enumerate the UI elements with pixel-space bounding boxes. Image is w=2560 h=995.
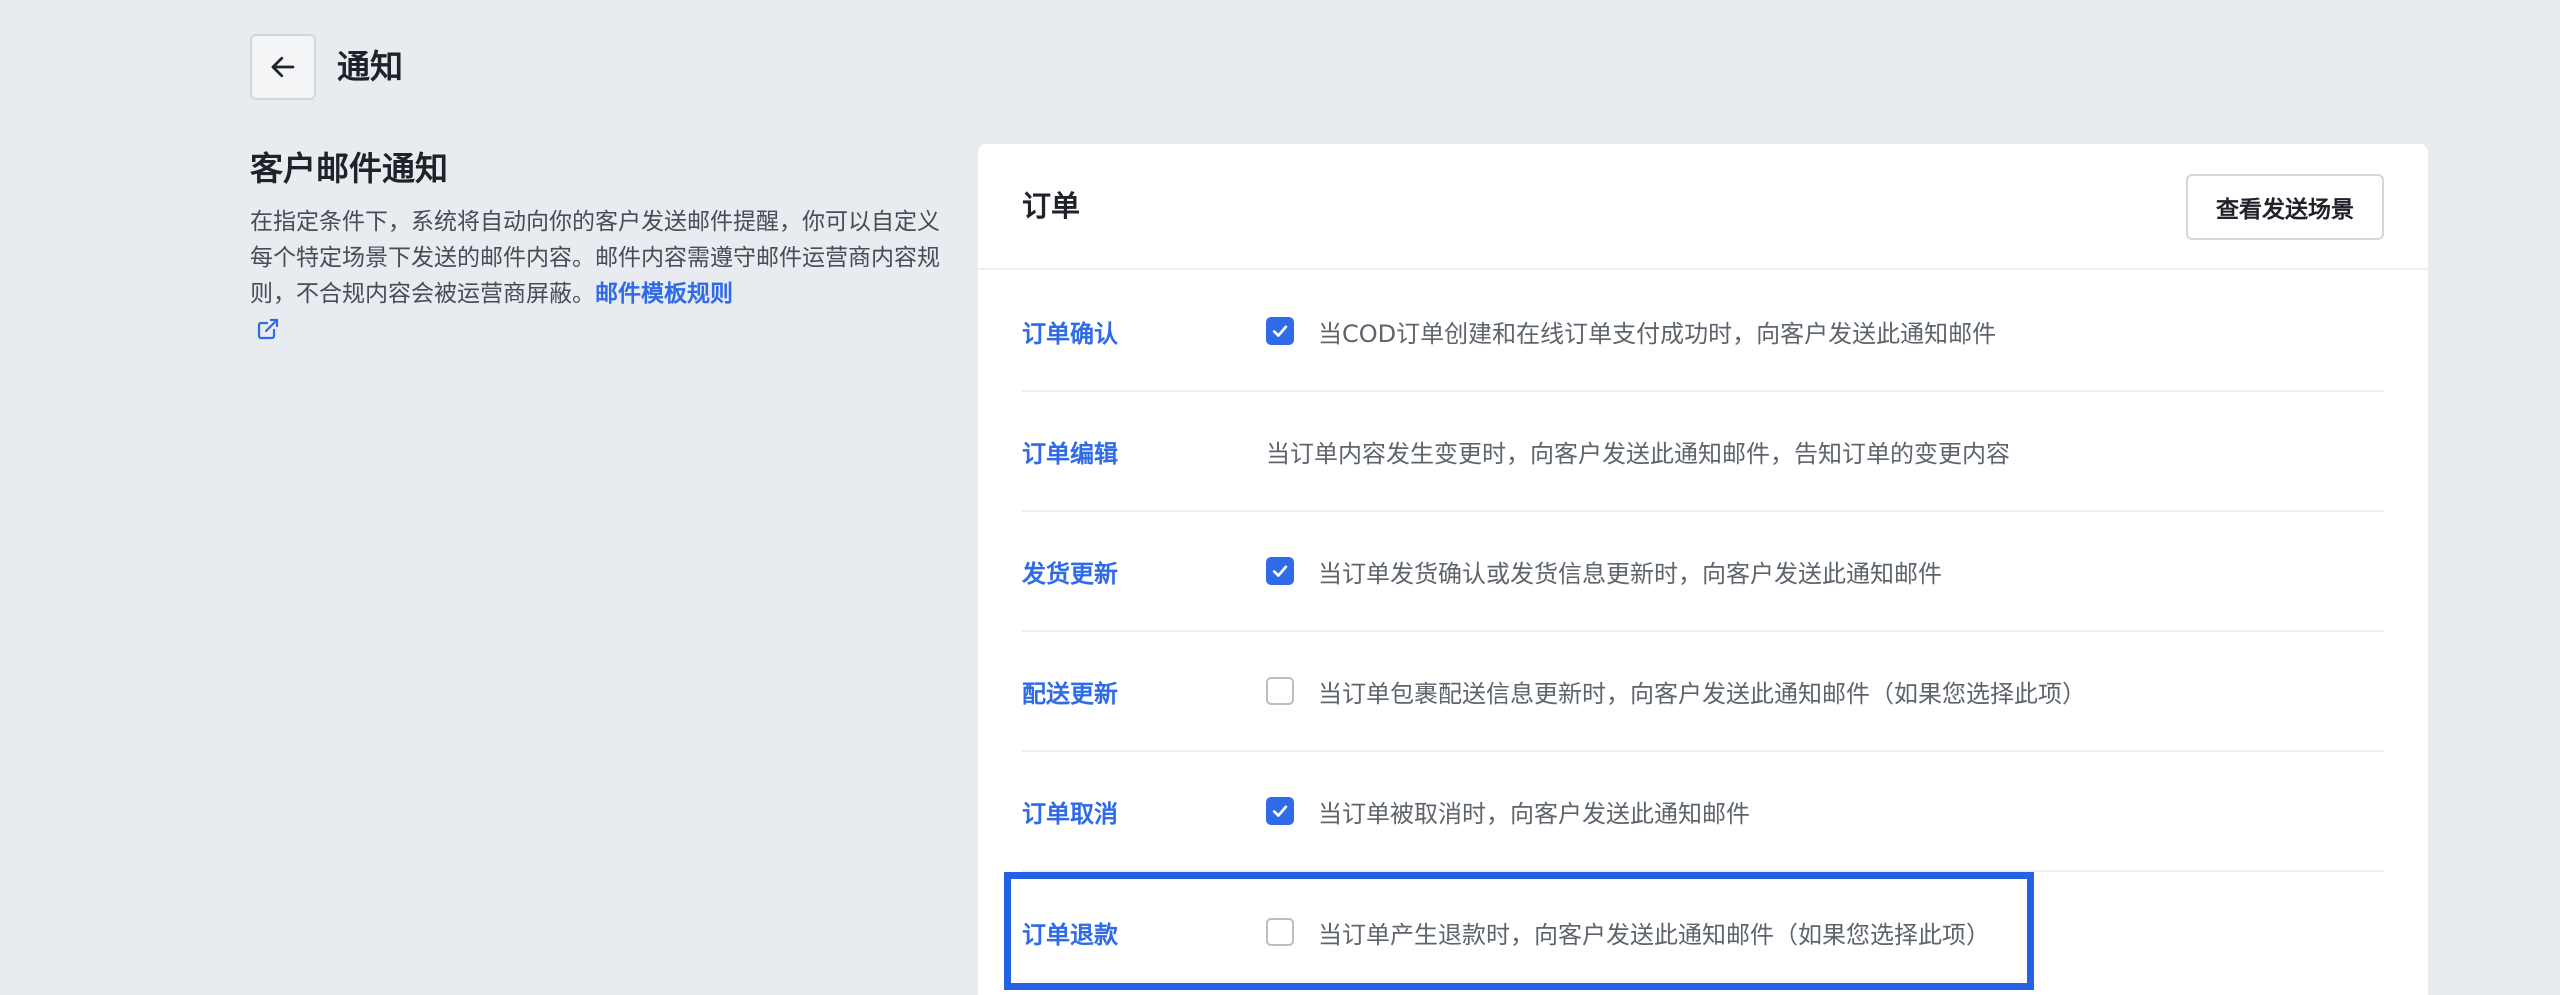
notification-checkbox[interactable]: [1266, 918, 1294, 946]
arrow-left-icon: [271, 56, 295, 78]
notification-description: 当订单包裹配送信息更新时，向客户发送此通知邮件（如果您选择此项）: [1318, 679, 2086, 708]
external-link-icon: [257, 318, 279, 340]
check-icon: [1272, 325, 1288, 337]
card-header: 订单 查看发送场景: [978, 144, 2428, 270]
notification-checkbox[interactable]: [1266, 557, 1294, 585]
section-heading: 客户邮件通知: [250, 149, 448, 188]
notifications-page: 通知 客户邮件通知 在指定条件下，系统将自动向你的客户发送邮件提醒，你可以自定义…: [0, 0, 2560, 995]
notification-description: 当COD订单创建和在线订单支付成功时，向客户发送此通知邮件: [1318, 319, 1997, 348]
notification-label[interactable]: 订单取消: [1022, 794, 1266, 829]
notification-row-order-confirm: 订单确认 当COD订单创建和在线订单支付成功时，向客户发送此通知邮件: [1022, 272, 2384, 392]
notification-label[interactable]: 订单确认: [1022, 314, 1266, 349]
notification-row-order-refund: 订单退款 当订单产生退款时，向客户发送此通知邮件（如果您选择此项）: [1022, 872, 2384, 992]
page-title: 通知: [337, 47, 403, 86]
notification-checkbox[interactable]: [1266, 317, 1294, 345]
notification-row-delivery-update: 配送更新 当订单包裹配送信息更新时，向客户发送此通知邮件（如果您选择此项）: [1022, 632, 2384, 752]
notification-description: 当订单被取消时，向客户发送此通知邮件: [1318, 799, 1750, 828]
notification-description: 当订单发货确认或发货信息更新时，向客户发送此通知邮件: [1318, 559, 1942, 588]
notification-description: 当订单产生退款时，向客户发送此通知邮件（如果您选择此项）: [1318, 920, 1990, 949]
notification-list: 订单确认 当COD订单创建和在线订单支付成功时，向客户发送此通知邮件 订单编辑 当订单…: [1022, 272, 2384, 992]
card-title: 订单: [1022, 189, 1081, 223]
notification-checkbox[interactable]: [1266, 797, 1294, 825]
notification-description: 当订单内容发生变更时，向客户发送此通知邮件，告知订单的变更内容: [1266, 439, 2010, 468]
notification-row-order-edit: 订单编辑 当订单内容发生变更时，向客户发送此通知邮件，告知订单的变更内容: [1022, 392, 2384, 512]
notification-label[interactable]: 配送更新: [1022, 674, 1266, 709]
order-notifications-card: 订单 查看发送场景 订单确认 当COD订单创建和在线订单支付成功时，向客户发送此通…: [978, 144, 2428, 995]
check-icon: [1272, 565, 1288, 577]
notification-row-order-cancel: 订单取消 当订单被取消时，向客户发送此通知邮件: [1022, 752, 2384, 872]
notification-row-shipping-update: 发货更新 当订单发货确认或发货信息更新时，向客户发送此通知邮件: [1022, 512, 2384, 632]
check-icon: [1272, 805, 1288, 817]
back-button[interactable]: [250, 34, 316, 100]
description-panel: 客户邮件通知 在指定条件下，系统将自动向你的客户发送邮件提醒，你可以自定义每个特…: [250, 146, 950, 348]
notification-label[interactable]: 发货更新: [1022, 554, 1266, 589]
notification-label[interactable]: 订单编辑: [1022, 434, 1266, 469]
section-description: 在指定条件下，系统将自动向你的客户发送邮件提醒，你可以自定义每个特定场景下发送的…: [250, 204, 950, 348]
view-scenes-button[interactable]: 查看发送场景: [2186, 174, 2384, 240]
notification-label[interactable]: 订单退款: [1022, 915, 1266, 950]
notification-checkbox[interactable]: [1266, 677, 1294, 705]
template-rules-link-label: 邮件模板规则: [595, 281, 733, 307]
